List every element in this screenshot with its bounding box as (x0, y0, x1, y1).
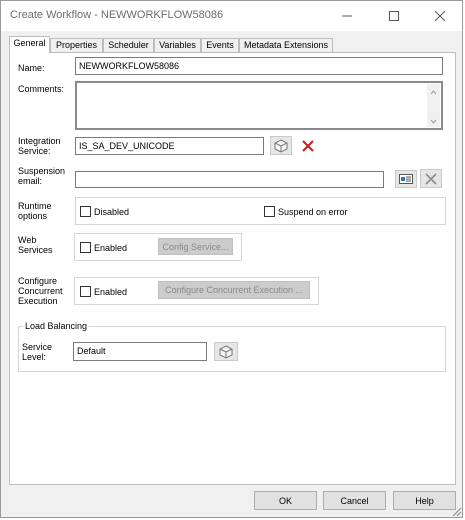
disabled-checkbox-label: Disabled (94, 207, 130, 217)
close-icon (435, 11, 445, 21)
concurrent-enabled-label: Enabled (94, 287, 128, 297)
tab-label: Properties (55, 40, 98, 50)
tab-metadata-extensions[interactable]: Metadata Extensions (239, 38, 333, 52)
tab-label: General (13, 38, 46, 48)
red-x-icon (302, 139, 314, 152)
browse-service-level-button[interactable] (214, 342, 238, 361)
label-line: Service: (18, 146, 51, 156)
label-line: Level: (22, 352, 47, 362)
web-services-enabled-label: Enabled (94, 243, 128, 253)
web-services-enabled-checkbox[interactable] (80, 242, 91, 253)
suspension-email-field[interactable] (75, 171, 384, 188)
disabled-checkbox[interactable] (80, 206, 91, 217)
maximize-button[interactable] (371, 1, 417, 31)
runtime-options-label: Runtime options (18, 201, 52, 221)
web-services-label: Web Services (18, 235, 53, 255)
suspend-on-error-checkbox[interactable] (264, 206, 275, 217)
config-service-button[interactable]: Config Service... (158, 238, 233, 255)
label-line: options (18, 211, 48, 221)
label-line: Suspension (18, 166, 66, 176)
label-line: Concurrent (18, 286, 63, 296)
resize-grip[interactable] (450, 505, 462, 517)
scroll-arrows-icon (430, 90, 437, 124)
clear-integration-service-button[interactable] (297, 136, 319, 155)
tab-label: Events (206, 40, 234, 50)
title-bar: Create Workflow - NEWWORKFLOW58086 (1, 1, 462, 31)
label-line: Execution (18, 296, 58, 306)
suspension-email-label: Suspension email: (18, 166, 65, 186)
tab-variables[interactable]: Variables (154, 38, 201, 52)
clear-email-button[interactable] (420, 169, 442, 188)
suspend-on-error-label: Suspend on error (278, 207, 348, 217)
create-workflow-dialog: Create Workflow - NEWWORKFLOW58086 Gener… (0, 0, 463, 518)
configure-concurrent-execution-button[interactable]: Configure Concurrent Execution ... (158, 281, 310, 299)
label-line: Service (22, 342, 53, 352)
email-icon (399, 174, 413, 184)
tab-events[interactable]: Events (201, 38, 239, 52)
name-field[interactable]: NEWWORKFLOW58086 (75, 57, 443, 75)
email-address-book-button[interactable] (395, 170, 417, 188)
cube-icon (274, 138, 288, 153)
label-line: email: (18, 176, 43, 186)
concurrent-enabled-checkbox[interactable] (80, 286, 91, 297)
maximize-icon (389, 11, 399, 21)
minimize-icon (342, 15, 352, 17)
minimize-button[interactable] (324, 1, 370, 31)
label-line: Runtime (18, 201, 52, 211)
label-line: Integration (18, 136, 61, 146)
comments-scrollbar[interactable] (427, 84, 440, 127)
help-button[interactable]: Help (393, 491, 456, 510)
load-balancing-title: Load Balancing (23, 321, 90, 331)
label-line: Web (18, 235, 37, 245)
ok-button[interactable]: OK (254, 491, 317, 510)
configure-concurrent-execution-label: Configure Concurrent Execution (18, 276, 63, 306)
service-level-label: Service Level: (22, 342, 52, 362)
tab-properties[interactable]: Properties (50, 38, 103, 52)
browse-integration-service-button[interactable] (270, 136, 292, 155)
label-line: Services (18, 245, 53, 255)
tab-general[interactable]: General (9, 36, 50, 53)
tab-label: Variables (159, 40, 196, 50)
runtime-options-group (75, 197, 446, 225)
integration-service-field[interactable]: IS_SA_DEV_UNICODE (75, 137, 264, 155)
close-button[interactable] (417, 1, 463, 31)
gray-x-icon (425, 172, 437, 185)
tab-label: Metadata Extensions (243, 40, 329, 50)
cancel-button[interactable]: Cancel (323, 491, 386, 510)
resize-grip-icon (452, 507, 462, 517)
cube-icon (219, 344, 233, 359)
tab-scheduler[interactable]: Scheduler (103, 38, 154, 52)
label-line: Configure (18, 276, 58, 286)
comments-field[interactable] (75, 81, 443, 130)
tab-label: Scheduler (108, 40, 149, 50)
comments-label: Comments: (18, 84, 65, 94)
service-level-field[interactable]: Default (73, 342, 207, 361)
integration-service-label: Integration Service: (18, 136, 61, 156)
name-label: Name: (18, 63, 45, 73)
window-title: Create Workflow - NEWWORKFLOW58086 (10, 9, 224, 21)
